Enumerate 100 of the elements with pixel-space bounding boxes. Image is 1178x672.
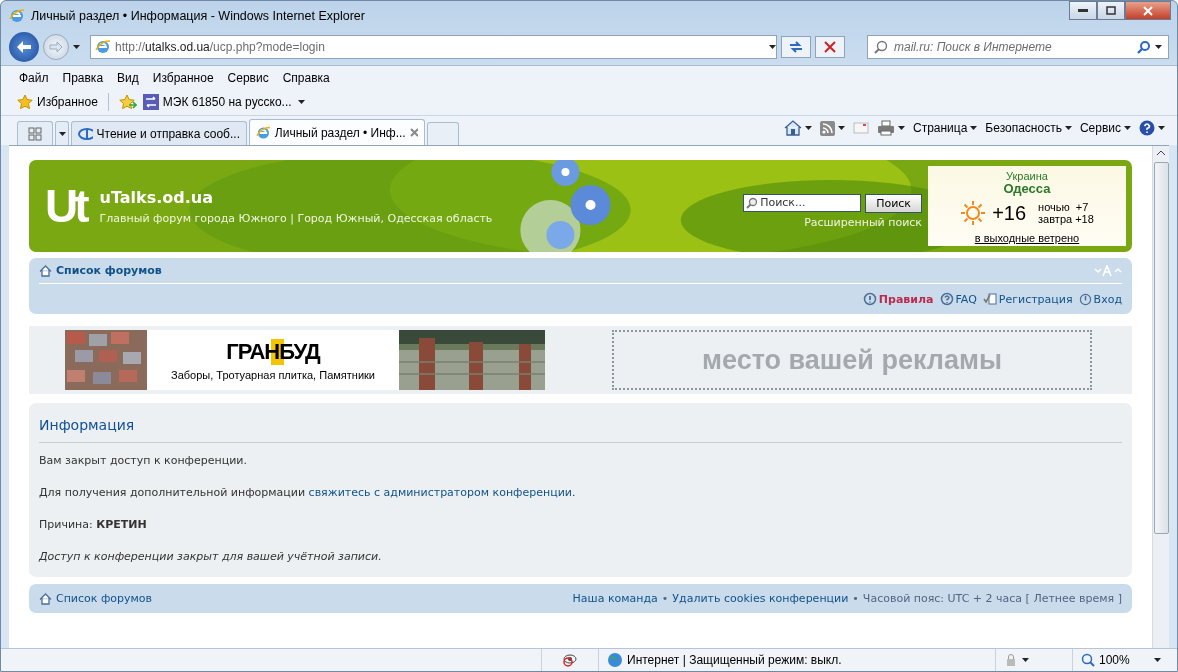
- timezone-text: Часовой пояс: UTC + 2 часа [ Летнее время ]: [862, 592, 1122, 605]
- caret-icon[interactable]: [897, 126, 905, 130]
- caret-icon[interactable]: [804, 126, 812, 130]
- sun-icon: [960, 200, 987, 226]
- search-field[interactable]: mail.ru: Поиск в Интернете: [892, 39, 1133, 55]
- contact-text: Для получения дополнительной информации свяжитесь с администратором конференции.: [39, 486, 577, 499]
- site-tagline: Главный форум города Южного | Город Южный, Одесская область: [99, 211, 493, 225]
- command-menu[interactable]: Безопасность: [985, 121, 1072, 135]
- bullet-separator: •: [852, 592, 859, 605]
- forecast-link[interactable]: в выходные ветрено: [974, 232, 1080, 244]
- menu-item[interactable]: Избранное: [152, 70, 214, 85]
- magnifier-icon: [874, 40, 888, 54]
- caret-icon: [1154, 658, 1161, 662]
- home-icon: [39, 264, 52, 277]
- star-icon: [17, 94, 33, 110]
- caret-icon[interactable]: [1158, 126, 1165, 130]
- help-icon[interactable]: [1139, 120, 1155, 136]
- favorites-button[interactable]: Избранное: [17, 94, 98, 110]
- menu-item[interactable]: Файл: [19, 70, 49, 85]
- message-text: Вам закрыт доступ к конференции.: [39, 454, 248, 467]
- exclamation-bubble-icon: [862, 292, 877, 306]
- refresh-button[interactable]: [781, 36, 811, 58]
- globe-icon: [607, 652, 623, 668]
- weather-country: Украина: [1006, 170, 1048, 182]
- menu-item[interactable]: Вид: [117, 70, 139, 85]
- contact-admin-link[interactable]: свяжитесь с администратором конференции: [308, 486, 572, 499]
- stop-icon: [824, 41, 836, 53]
- weather-city: Одесса: [1003, 182, 1051, 196]
- checklist-icon: [982, 292, 997, 306]
- power-icon: [1078, 292, 1092, 306]
- close-icon: [1143, 5, 1153, 16]
- zoom-icon: [1081, 653, 1095, 667]
- caret-icon[interactable]: [837, 126, 845, 130]
- refresh-icon: [788, 40, 804, 54]
- caret-icon: [1124, 126, 1131, 130]
- mail-icon[interactable]: [852, 122, 869, 134]
- close-button[interactable]: [1125, 1, 1171, 20]
- footer-link[interactable]: Удалить cookies конференции: [672, 592, 849, 605]
- stop-button[interactable]: [815, 36, 845, 58]
- forward-arrow-icon: [49, 41, 63, 53]
- tomorrow-temperature: завтра +18: [1038, 213, 1094, 225]
- search-box[interactable]: mail.ru: Поиск в Интернете: [867, 35, 1169, 59]
- bullet-separator: •: [661, 592, 669, 605]
- night-temperature: ночью +7: [1038, 201, 1090, 213]
- search-icon[interactable]: [1137, 40, 1151, 54]
- home-icon[interactable]: [783, 120, 802, 136]
- command-menu[interactable]: Страница: [912, 121, 978, 135]
- globe-e-icon: [9, 8, 25, 24]
- grid-icon: [28, 126, 42, 141]
- add-favorite-icon[interactable]: [118, 94, 137, 110]
- forum-index-link[interactable]: Список форумов: [39, 264, 162, 277]
- maximize-button[interactable]: [1097, 1, 1125, 20]
- caret-icon: [1064, 126, 1072, 130]
- window-title: Личный раздел • Информация - Windows Internet Explorer: [31, 9, 366, 23]
- nav-link[interactable]: Правила: [862, 292, 934, 306]
- address-field[interactable]: http://utalks.od.ua/ucp.php?mode=login: [90, 35, 777, 59]
- privacy-icon[interactable]: [562, 652, 578, 668]
- caret-icon: [970, 126, 978, 130]
- security-zone[interactable]: Интернет | Защищенный режим: выкл.: [598, 649, 995, 671]
- caret-icon[interactable]: [769, 45, 776, 49]
- ad-slogan: Заборы, Тротуарная плитка, Памятники: [171, 369, 375, 381]
- minimize-button[interactable]: [1069, 1, 1097, 20]
- caret-icon[interactable]: [1022, 658, 1029, 662]
- caret-icon: [58, 131, 66, 136]
- browser-tab[interactable]: Личный раздел • Инф...: [249, 119, 425, 145]
- question-bubble-icon: [939, 292, 954, 306]
- zoom-button[interactable]: 100%: [1072, 649, 1169, 671]
- temperature: +16: [992, 201, 1027, 225]
- back-button[interactable]: [9, 32, 39, 62]
- menu-item[interactable]: Правка: [62, 70, 104, 85]
- scroll-up-icon[interactable]: [1157, 150, 1165, 156]
- printer-icon[interactable]: [876, 120, 895, 136]
- caret-icon[interactable]: [1155, 45, 1162, 49]
- panel-title: Информация: [39, 417, 1122, 443]
- arrows-icon: [142, 94, 159, 110]
- minimize-icon: [1078, 8, 1088, 13]
- magnifier-icon: [746, 196, 759, 209]
- forum-index-link[interactable]: Список форумов: [39, 592, 153, 605]
- globe-e-icon: [95, 39, 111, 55]
- globe-e-icon: [256, 124, 271, 141]
- nav-link[interactable]: FAQ: [939, 292, 977, 306]
- footer-link[interactable]: Наша команда: [572, 592, 658, 605]
- caret-icon[interactable]: [297, 100, 305, 104]
- browser-tab[interactable]: Чтение и отправка сооб...: [71, 121, 247, 145]
- caret-icon[interactable]: [73, 45, 80, 49]
- scrollbar[interactable]: [1152, 146, 1169, 648]
- forum-logo-icon: [78, 127, 93, 140]
- command-menu[interactable]: Сервис: [1079, 121, 1131, 135]
- menu-item[interactable]: Сервис: [227, 70, 269, 85]
- nav-link[interactable]: Вход: [1078, 292, 1122, 306]
- back-arrow-icon: [16, 40, 32, 54]
- notice-text: Доступ к конференции закрыт для вашей учётной записи.: [39, 550, 383, 563]
- nav-link[interactable]: Регистрация: [982, 292, 1073, 306]
- favorite-link[interactable]: МЭК 61850 на русско...: [142, 94, 292, 110]
- maximize-icon: [1106, 6, 1116, 15]
- reason-text: Причина: КРЕТИН: [39, 518, 148, 531]
- tab-list-button[interactable]: [55, 121, 69, 145]
- close-tab-icon[interactable]: [409, 128, 418, 137]
- home-icon: [39, 592, 52, 605]
- menu-item[interactable]: Справка: [282, 70, 330, 85]
